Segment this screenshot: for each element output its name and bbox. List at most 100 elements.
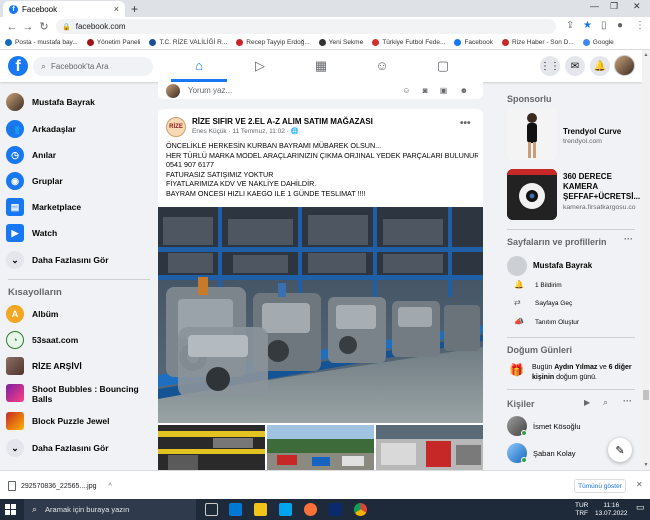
post-author[interactable]: RİZE SIFIR VE 2.EL A-Z ALIM SATIM MAĞAZA… — [192, 117, 373, 126]
firefox-icon[interactable] — [304, 503, 317, 516]
menu-icon[interactable]: ⋮ — [635, 20, 645, 31]
page-scrollbar[interactable]: ▲ ▼ — [642, 50, 650, 470]
sidebar-item-memories[interactable]: ◷ Anılar — [6, 146, 56, 164]
store-icon[interactable] — [279, 503, 292, 516]
search-input[interactable]: ⌕ Facebook'ta Ara — [33, 57, 153, 76]
bookmark-item[interactable]: Yeni Sekme — [318, 39, 363, 46]
url-bar[interactable]: 🔒 facebook.com — [56, 19, 556, 34]
page-name[interactable]: Mustafa Bayrak — [533, 261, 592, 270]
windows-start-icon[interactable] — [5, 504, 16, 515]
profile-icon[interactable]: ● — [617, 20, 623, 31]
bookmark-item[interactable]: Türkiye Futbol Fede... — [372, 39, 445, 46]
page-notifications[interactable]: 1 Bildirim — [535, 282, 562, 289]
clock-icon: ◷ — [6, 146, 24, 164]
language-indicator[interactable]: TUR TRF — [575, 502, 588, 517]
bookmark-favicon-icon — [318, 39, 326, 46]
marketplace-nav-icon[interactable]: ▦ — [312, 58, 330, 74]
browser-tab[interactable]: f Facebook × — [3, 1, 125, 17]
photo-thumbnail[interactable] — [158, 425, 265, 470]
new-message-button[interactable]: ✎ — [608, 438, 632, 462]
sidebar-item-watch[interactable]: ▶ Watch — [6, 224, 57, 242]
photoshop-icon[interactable] — [329, 503, 342, 516]
gaming-nav-icon[interactable]: ▢ — [434, 58, 452, 74]
back-button[interactable]: ← — [4, 21, 20, 33]
shortcut-shoot-bubbles[interactable]: Shoot Bubbles : Bouncing Balls — [6, 384, 139, 404]
account-avatar[interactable] — [614, 55, 635, 76]
birthday-text[interactable]: Bugün Aydın Yılmaz ve 6 diğer kişinin do… — [532, 363, 640, 382]
download-item[interactable]: 292570836_22565....jpg ^ — [8, 481, 112, 491]
bookmark-favicon-icon — [582, 39, 590, 46]
bookmark-item[interactable]: Recep Tayyip Erdoğ... — [236, 39, 310, 46]
shortcut-block-puzzle[interactable]: Block Puzzle Jewel — [6, 412, 109, 430]
photo-thumbnail[interactable] — [267, 425, 374, 470]
sidebar-item-see-more[interactable]: ⌄ Daha Fazlasını Gör — [6, 251, 109, 269]
pages-more-icon[interactable]: ··· — [624, 234, 633, 244]
sidebar-item-groups[interactable]: ◉ Gruplar — [6, 172, 63, 190]
facebook-logo[interactable]: f — [8, 56, 28, 76]
show-all-button[interactable]: Tümünü göster — [574, 479, 626, 493]
search-icon[interactable]: ⌕ — [603, 397, 608, 408]
file-explorer-icon[interactable] — [254, 503, 267, 516]
menu-grid-button[interactable]: ⋮⋮ — [540, 56, 560, 76]
contact-name[interactable]: İsmet Kösoğlu — [533, 422, 581, 431]
scroll-down-icon[interactable]: ▼ — [642, 462, 650, 468]
bookmark-item[interactable]: Facebook — [454, 39, 493, 46]
scroll-up-icon[interactable]: ▲ — [642, 52, 650, 58]
switch-to-page[interactable]: Sayfaya Geç — [535, 300, 572, 307]
page-avatar[interactable]: RİZE — [166, 117, 186, 137]
notifications-button[interactable]: 🔔 — [590, 56, 610, 76]
task-view-icon[interactable] — [205, 503, 218, 516]
ad-image-trendyol[interactable] — [507, 109, 557, 160]
chevron-up-icon[interactable]: ^ — [109, 483, 112, 490]
video-call-icon[interactable]: ▶ — [584, 398, 590, 407]
bookmark-item[interactable]: Yönetim Paneli — [86, 39, 140, 46]
close-window-button[interactable]: ✕ — [633, 1, 641, 12]
minimize-button[interactable]: — — [590, 1, 599, 11]
post-photo-engines[interactable] — [158, 207, 483, 423]
taskbar-search-input[interactable]: ⌕ Aramak için buraya yazın — [24, 499, 196, 520]
sidebar-item-see-more-shortcuts[interactable]: ⌄ Daha Fazlasını Gör — [6, 439, 109, 457]
forward-button[interactable]: → — [20, 21, 36, 33]
scrollbar-thumb[interactable] — [643, 390, 649, 400]
ad-title[interactable]: 360 DERECE KAMERA ŞEFFAF+ÜCRETSİ... — [563, 172, 640, 202]
new-tab-button[interactable]: + — [131, 2, 138, 16]
bookmark-item[interactable]: T.C. RİZE VALİLİĞİ R... — [149, 39, 227, 46]
comment-input[interactable]: Yorum yaz... — [188, 86, 402, 95]
comment-tools-icons[interactable]: ☺ ◙ ▣ ☻ — [402, 86, 473, 95]
side-panel-icon[interactable]: ▯ — [601, 20, 607, 31]
post-more-icon[interactable]: ••• — [460, 118, 471, 129]
sidebar-item-profile[interactable]: Mustafa Bayrak — [6, 93, 95, 111]
page-avatar[interactable] — [507, 256, 527, 276]
bookmark-star-icon[interactable]: ★ — [583, 20, 592, 31]
sidebar-item-friends[interactable]: 👥 Arkadaşlar — [6, 120, 76, 138]
shortcut-rize-arsivi[interactable]: RİZE ARŞİVİ — [6, 357, 82, 375]
reload-button[interactable]: ↻ — [36, 20, 52, 33]
contacts-more-icon[interactable]: ··· — [623, 396, 632, 406]
create-promotion[interactable]: Tanıtım Oluştur — [535, 319, 579, 326]
share-icon[interactable]: ⇪ — [566, 20, 574, 31]
home-icon[interactable]: ⌂ — [190, 58, 208, 74]
clock[interactable]: 11:16 13.07.2022 — [595, 502, 628, 517]
ad-image-camera[interactable] — [507, 169, 557, 220]
chrome-icon[interactable] — [354, 503, 367, 516]
contact-name[interactable]: Şaban Kolay — [533, 449, 576, 458]
divider — [507, 229, 635, 230]
contacts-title: Kişiler — [507, 399, 535, 409]
watch-nav-icon[interactable]: ▷ — [251, 58, 269, 74]
maximize-button[interactable]: ❐ — [610, 1, 618, 12]
bookmark-item[interactable]: Google — [582, 39, 614, 46]
ad-title[interactable]: Trendyol Curve — [563, 127, 621, 137]
close-download-bar-icon[interactable]: ✕ — [636, 480, 643, 489]
groups-nav-icon[interactable]: ☺ — [373, 58, 391, 74]
messenger-button[interactable]: ✉ — [565, 56, 585, 76]
edge-icon[interactable] — [229, 503, 242, 516]
notification-center-icon[interactable]: ▭ — [636, 503, 645, 512]
bookmark-item[interactable]: Rize Haber - Son D... — [502, 39, 574, 46]
megaphone-icon: 📣 — [514, 317, 524, 326]
shortcut-album[interactable]: A Albüm — [6, 305, 58, 323]
shortcut-53saat[interactable]: ◔ 53saat.com — [6, 331, 78, 349]
bookmark-item[interactable]: Posta - mustafa bay... — [5, 39, 78, 46]
sidebar-item-marketplace[interactable]: ▤ Marketplace — [6, 198, 81, 216]
tab-close-icon[interactable]: × — [114, 4, 119, 14]
photo-thumbnail[interactable] — [376, 425, 483, 470]
